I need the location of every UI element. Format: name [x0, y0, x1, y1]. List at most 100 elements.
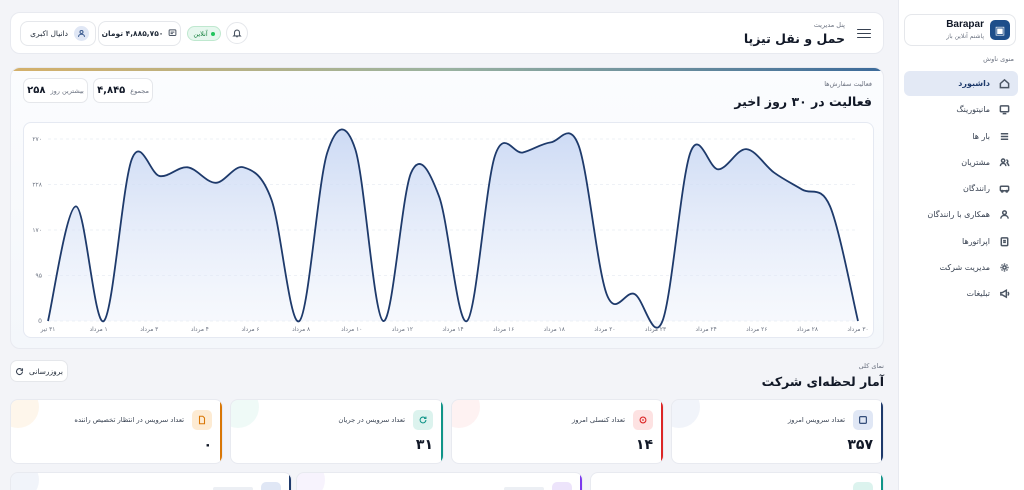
- refresh-icon: [15, 367, 24, 375]
- sidebar-item-operators[interactable]: اپراتورها: [904, 229, 1018, 254]
- y-tick-label: ۲۲۸: [32, 182, 42, 189]
- kpi-card-row2[interactable]: [10, 472, 292, 490]
- kpi-decoration: [11, 473, 39, 490]
- brand-subtitle: پاشنم آنلاین باز: [946, 33, 984, 40]
- kpi-accent-bar: [288, 473, 291, 490]
- sidebar-item-ads[interactable]: تبلیغات: [904, 281, 1018, 306]
- top-header: پنل مدیریت حمل و نقل تیزپا دانیال اکبری …: [10, 12, 884, 54]
- sidebar-item-monitoring[interactable]: مانیتورینگ: [904, 97, 1018, 122]
- truck-icon: [853, 410, 873, 430]
- overview-title: آمار لحظه‌ای شرکت: [761, 374, 884, 389]
- total-stat-pill: مجموع ۴,۸۴۵: [93, 78, 153, 103]
- x-tick-label: ۲۶ مرداد: [746, 327, 767, 333]
- sidebar-item-label: تبلیغات: [966, 289, 990, 299]
- chart-title: فعالیت در ۳۰ روز اخیر: [734, 94, 872, 109]
- wallet-icon: [168, 28, 177, 39]
- menu-toggle-icon[interactable]: [857, 26, 871, 40]
- brand-name: Barapar: [946, 19, 984, 30]
- user-menu-button[interactable]: دانیال اکبری: [20, 21, 96, 46]
- sidebar-item-loads[interactable]: بار ها: [904, 124, 1018, 149]
- kpi-accent-bar: [579, 473, 582, 490]
- page-title: حمل و نقل تیزپا: [743, 31, 845, 46]
- activity-chart-card: فعالیت سفارش‌ها فعالیت در ۳۰ روز اخیر مج…: [10, 67, 884, 349]
- card-accent-line: [11, 68, 883, 71]
- sidebar-item-drivers[interactable]: رانندگان: [904, 176, 1018, 201]
- y-tick-label: ۱۷۰: [32, 227, 42, 234]
- brand-logo-icon: ▣: [990, 20, 1010, 40]
- users-icon: [998, 156, 1010, 168]
- kpi-decoration: [672, 400, 700, 428]
- area-fill: [48, 129, 858, 328]
- total-label: مجموع: [130, 86, 149, 95]
- kpi-services-in-progress[interactable]: تعداد سرویس در جریان ۳۱: [230, 399, 444, 464]
- wallet-balance[interactable]: ۴,۸۸۵,۷۵۰ تومان: [98, 21, 181, 46]
- kpi-accent-bar: [440, 400, 443, 463]
- x-tick-label: ۲۳ مرداد: [645, 327, 666, 333]
- kpi-label: تعداد سرویس امروز: [787, 416, 845, 424]
- notification-bell-icon[interactable]: [226, 22, 248, 44]
- kpi-icon: [853, 482, 873, 490]
- sidebar-menu: داشبورد مانیتورینگ بار ها مشتریان رانندگ…: [904, 71, 1018, 308]
- status-badge: آنلاین: [187, 26, 221, 41]
- brand-card[interactable]: ▣ Barapar پاشنم آنلاین باز: [904, 14, 1016, 46]
- kpi-awaiting-driver[interactable]: تعداد سرویس در انتظار تخصیص راننده ۰: [10, 399, 223, 464]
- chart-subtitle: فعالیت سفارش‌ها: [824, 80, 872, 88]
- clipboard-icon: [998, 235, 1010, 247]
- kpi-value: ۳۱: [415, 437, 433, 453]
- kpi-value: ۱۴: [635, 437, 653, 453]
- sidebar-item-company-management[interactable]: مدیریت شرکت: [904, 255, 1018, 280]
- list-icon: [998, 130, 1010, 142]
- user-icon: [998, 209, 1010, 221]
- cancel-icon: [633, 410, 653, 430]
- kpi-icon: [261, 482, 281, 490]
- header-subtitle: پنل مدیریت: [813, 21, 845, 29]
- kpi-card-row2[interactable]: [296, 472, 583, 490]
- file-icon: [192, 410, 212, 430]
- kpi-services-today[interactable]: تعداد سرویس امروز ۳۵۷: [671, 399, 884, 464]
- x-tick-label: ۱۲ مرداد: [392, 327, 413, 333]
- x-tick-label: ۱۶ مرداد: [493, 327, 514, 333]
- kpi-decoration: [231, 400, 259, 428]
- x-tick-label: ۱۸ مرداد: [544, 327, 565, 333]
- overview-subtitle: نمای کلی: [858, 362, 884, 370]
- total-value: ۴,۸۴۵: [97, 85, 126, 96]
- x-tick-label: ۲۴ مرداد: [696, 327, 717, 333]
- kpi-cancellations-today[interactable]: تعداد کنسلی امروز ۱۴: [451, 399, 664, 464]
- x-tick-label: ۳۰ مرداد: [847, 327, 868, 333]
- kpi-decoration: [452, 400, 480, 428]
- area-chart[interactable]: 0 ۹۵ ۱۷۰ ۲۲۸ ۲۷۰ ۳۱ تیر ۱ مرداد ۳ مرداد ۴ مرداد ۶…: [23, 122, 874, 338]
- balance-value: ۴,۸۸۵,۷۵۰ تومان: [101, 29, 164, 38]
- kpi-label: تعداد کنسلی امروز: [571, 416, 625, 424]
- refresh-button[interactable]: بروزرسانی: [10, 360, 68, 382]
- user-name: دانیال اکبری: [30, 29, 68, 38]
- x-tick-label: ۳ مرداد: [140, 327, 158, 333]
- sidebar-item-label: مانیتورینگ: [956, 105, 990, 115]
- sidebar-item-label: اپراتورها: [962, 236, 990, 246]
- kpi-label: تعداد سرویس در انتظار تخصیص راننده: [74, 416, 184, 424]
- kpi-accent-bar: [219, 400, 222, 463]
- truck-icon: [998, 183, 1010, 195]
- kpi-icon: [552, 482, 572, 490]
- sidebar-item-customers[interactable]: مشتریان: [904, 150, 1018, 175]
- home-icon: [998, 78, 1010, 90]
- kpi-accent-bar: [880, 473, 883, 490]
- sidebar-item-label: رانندگان: [962, 184, 990, 194]
- chart-svg: 0 ۹۵ ۱۷۰ ۲۲۸ ۲۷۰ ۳۱ تیر ۱ مرداد ۳ مرداد ۴ مرداد ۶…: [32, 128, 869, 333]
- settings-icon: [998, 262, 1010, 274]
- kpi-label: تعداد سرویس در جریان: [338, 416, 405, 424]
- kpi-accent-bar: [660, 400, 663, 463]
- menu-caption: منوی ناوش: [983, 55, 1014, 63]
- x-tick-label: ۴ مرداد: [191, 327, 209, 333]
- kpi-card-row2[interactable]: [590, 472, 884, 490]
- sidebar-item-driver-cooperation[interactable]: همکاری با رانندگان: [904, 202, 1018, 227]
- x-tick-label: ۶ مرداد: [241, 327, 259, 333]
- refresh-label: بروزرسانی: [29, 366, 63, 376]
- x-tick-label: ۲۰ مرداد: [594, 327, 615, 333]
- sidebar-item-dashboard[interactable]: داشبورد: [904, 71, 1018, 96]
- sidebar-item-label: مدیریت شرکت: [939, 263, 990, 273]
- x-tick-label: ۲۸ مرداد: [797, 327, 818, 333]
- sidebar-item-label: مشتریان: [961, 157, 990, 167]
- sidebar: ▣ Barapar پاشنم آنلاین باز منوی ناوش داش…: [898, 0, 1024, 490]
- refresh-icon: [413, 410, 433, 430]
- max-value: ۲۵۸: [27, 85, 46, 96]
